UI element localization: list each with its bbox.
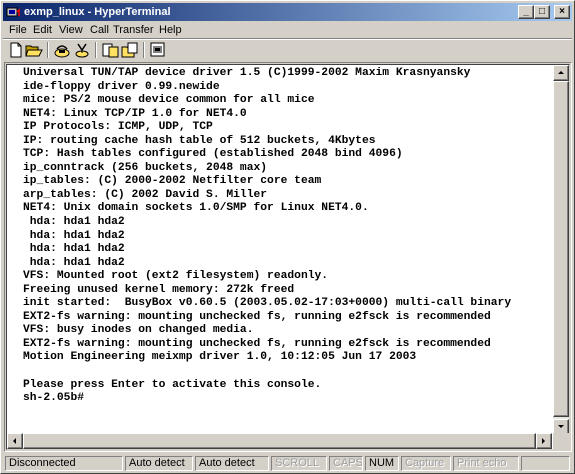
terminal-line: sh-2.05b# xyxy=(23,392,85,405)
menu-edit[interactable]: Edit xyxy=(33,23,52,38)
status-extra xyxy=(521,456,570,471)
terminal-line: ip_tables: (C) 2000-2002 Netfilter core … xyxy=(23,175,322,188)
send-icon[interactable] xyxy=(101,41,119,59)
terminal-line: ide-floppy driver 0.99.newide xyxy=(23,80,220,93)
terminal-line: IP Protocols: ICMP, UDP, TCP xyxy=(23,121,213,134)
scroll-right-button[interactable] xyxy=(536,433,552,449)
toolbar-separator xyxy=(95,42,97,58)
scroll-up-button[interactable] xyxy=(553,65,569,81)
menu-view-label: View xyxy=(59,24,83,36)
terminal-inner: Universal TUN/TAP device driver 1.5 (C)1… xyxy=(6,64,570,450)
menu-edit-label: Edit xyxy=(33,24,52,36)
vertical-scrollbar[interactable] xyxy=(553,65,569,435)
hyperterminal-window: exmp_linux - HyperTerminal _ □ × File Ed… xyxy=(0,0,575,474)
status-num: NUM xyxy=(365,456,399,471)
status-detect-1: Auto detect xyxy=(125,456,193,471)
connect-icon[interactable] xyxy=(53,41,71,59)
terminal-line: ip_conntrack (256 buckets, 2048 max) xyxy=(23,161,268,174)
status-detect-2: Auto detect xyxy=(195,456,269,471)
horizontal-scroll-thumb[interactable] xyxy=(23,433,536,449)
close-button[interactable]: × xyxy=(554,5,570,19)
menu-call-label: Call xyxy=(90,24,109,36)
terminal-line: NET4: Linux TCP/IP 1.0 for NET4.0 xyxy=(23,107,247,120)
hyperterminal-icon[interactable] xyxy=(6,5,20,19)
terminal-line: NET4: Unix domain sockets 1.0/SMP for Li… xyxy=(23,202,369,215)
menu-transfer-label: Transfer xyxy=(113,24,154,36)
terminal-output[interactable]: Universal TUN/TAP device driver 1.5 (C)1… xyxy=(9,67,550,434)
vertical-scroll-thumb[interactable] xyxy=(553,81,569,417)
terminal-line: TCP: Hash tables configured (established… xyxy=(23,148,403,161)
maximize-button[interactable]: □ xyxy=(534,5,550,19)
terminal-line: EXT2-fs warning: mounting unchecked fs, … xyxy=(23,337,491,350)
status-connection: Disconnected xyxy=(5,456,123,471)
status-scroll: SCROLL xyxy=(271,456,327,471)
disconnect-icon[interactable] xyxy=(73,41,91,59)
menu-file-label: File xyxy=(9,24,27,36)
terminal-line: hda: hda1 hda2 xyxy=(23,256,125,269)
toolbar-separator xyxy=(143,42,145,58)
properties-icon[interactable] xyxy=(149,41,167,59)
terminal-line: arp_tables: (C) 2002 David S. Miller xyxy=(23,188,268,201)
terminal-line: hda: hda1 hda2 xyxy=(23,229,125,242)
status-capture: Capture xyxy=(401,456,451,471)
terminal-line: Freeing unused kernel memory: 272k freed xyxy=(23,283,295,296)
receive-icon[interactable] xyxy=(121,41,139,59)
terminal-line: EXT2-fs warning: mounting unchecked fs, … xyxy=(23,310,491,323)
arrow-up-icon xyxy=(558,71,564,74)
status-print-echo: Print echo xyxy=(453,456,519,471)
arrow-left-icon xyxy=(13,438,16,444)
status-caps: CAPS xyxy=(329,456,363,471)
terminal-line: hda: hda1 hda2 xyxy=(23,216,125,229)
horizontal-scrollbar[interactable] xyxy=(7,433,552,449)
scrollbar-corner xyxy=(553,433,569,449)
menu-help[interactable]: Help xyxy=(159,23,182,38)
scroll-left-button[interactable] xyxy=(7,433,23,449)
menu-call[interactable]: Call xyxy=(90,23,109,38)
terminal-frame: Universal TUN/TAP device driver 1.5 (C)1… xyxy=(4,62,572,452)
arrow-right-icon xyxy=(542,438,545,444)
menu-help-label: Help xyxy=(159,24,182,36)
terminal-line: VFS: Mounted root (ext2 filesystem) read… xyxy=(23,270,329,283)
status-bar: Disconnected Auto detect Auto detect SCR… xyxy=(3,455,572,472)
terminal-line: Please press Enter to activate this cons… xyxy=(23,378,322,391)
window-title: exmp_linux - HyperTerminal xyxy=(24,6,171,18)
terminal-line: Motion Engineering meixmp driver 1.0, 10… xyxy=(23,351,417,364)
menu-file[interactable]: File xyxy=(9,23,27,38)
terminal-line: IP: routing cache hash table of 512 buck… xyxy=(23,134,376,147)
new-icon[interactable] xyxy=(7,41,25,59)
terminal-line: mice: PS/2 mouse device common for all m… xyxy=(23,94,315,107)
title-bar[interactable]: exmp_linux - HyperTerminal _ □ × xyxy=(3,3,572,21)
menu-view[interactable]: View xyxy=(59,23,83,38)
toolbar-separator xyxy=(47,42,49,58)
menu-bar: File Edit View Call Transfer Help xyxy=(3,22,572,39)
arrow-down-icon xyxy=(558,425,564,428)
toolbar xyxy=(3,40,572,62)
terminal-line: hda: hda1 hda2 xyxy=(23,243,125,256)
minimize-button[interactable]: _ xyxy=(518,5,534,19)
terminal-line: VFS: busy inodes on changed media. xyxy=(23,324,254,337)
terminal-line: Universal TUN/TAP device driver 1.5 (C)1… xyxy=(23,67,471,79)
terminal-line: init started: BusyBox v0.60.5 (2003.05.0… xyxy=(23,297,512,310)
menu-transfer[interactable]: Transfer xyxy=(113,23,154,38)
open-icon[interactable] xyxy=(25,41,43,59)
